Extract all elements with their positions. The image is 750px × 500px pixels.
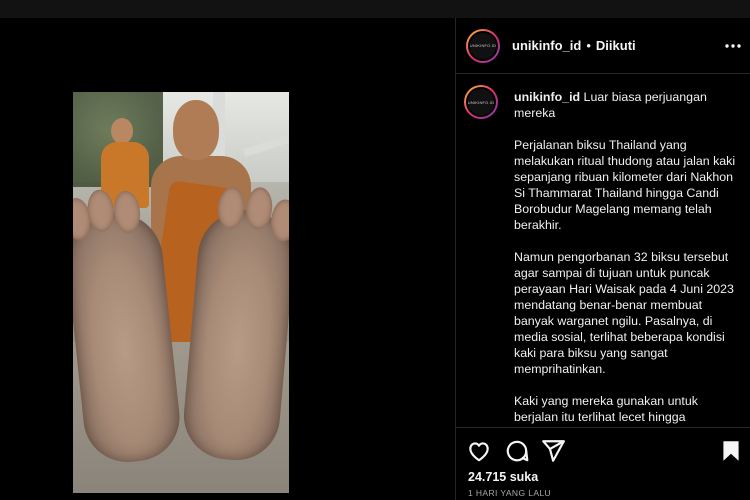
- follow-status-button[interactable]: Diikuti: [596, 38, 636, 53]
- like-count[interactable]: 24.715 suka: [468, 470, 538, 484]
- caption-paragraph: Perjalanan biksu Thailand yang melakukan…: [514, 138, 736, 232]
- comment-icon[interactable]: [504, 438, 530, 464]
- post-actions: 24.715 suka 1 HARI YANG LALU: [456, 427, 750, 500]
- author-username[interactable]: unikinfo_id: [512, 38, 581, 53]
- post-timestamp[interactable]: 1 HARI YANG LALU: [468, 488, 551, 498]
- heart-icon[interactable]: [466, 438, 492, 464]
- caption-paragraph: Kaki yang mereka gunakan untuk berjalan …: [514, 394, 698, 424]
- caption-text: unikinfo_id Luar biasa perjuangan mereka…: [514, 89, 744, 427]
- caption-username[interactable]: unikinfo_id: [514, 90, 580, 104]
- caption-author-avatar[interactable]: UNIKINFO.ID: [464, 85, 498, 119]
- browser-top-bar: [0, 0, 750, 18]
- caption-section: UNIKINFO.ID unikinfo_id Luar biasa perju…: [456, 75, 750, 427]
- author-avatar[interactable]: UNIKINFO.ID: [466, 28, 500, 63]
- separator-dot: •: [586, 38, 591, 53]
- post-header: UNIKINFO.ID unikinfo_id • Diikuti: [456, 18, 750, 74]
- share-icon[interactable]: [540, 438, 566, 464]
- more-horizontal-icon[interactable]: [724, 36, 742, 54]
- caption-paragraph: Namun pengorbanan 32 biksu tersebut agar…: [514, 250, 734, 376]
- post-media: [0, 18, 455, 500]
- bookmark-icon[interactable]: [718, 438, 744, 464]
- post-photo[interactable]: [73, 92, 289, 493]
